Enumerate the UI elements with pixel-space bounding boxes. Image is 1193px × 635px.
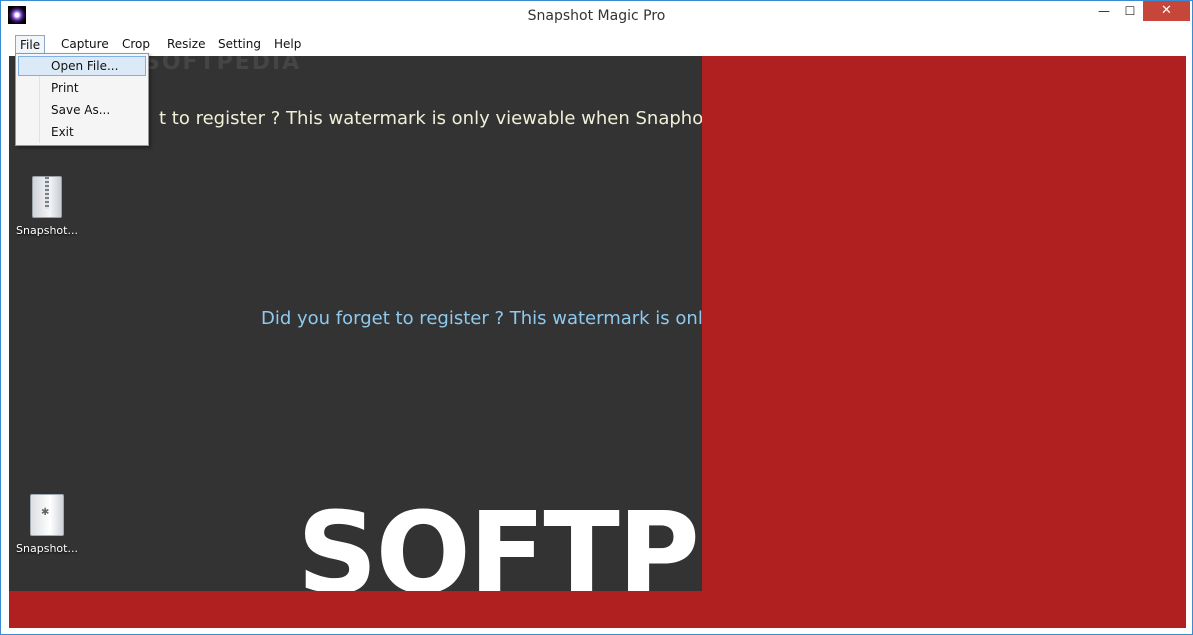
app-window: Snapshot Magic Pro — ☐ ✕ File Capture Cr…: [0, 0, 1193, 635]
close-button[interactable]: ✕: [1143, 1, 1190, 21]
red-background-bottom: [9, 591, 1186, 628]
menu-file[interactable]: File: [15, 35, 46, 55]
ghost-watermark: SOFTPEDIA: [144, 56, 302, 75]
menu-setting[interactable]: Setting: [214, 35, 265, 55]
file-dropdown-menu: Open File... Print Save As... Exit: [15, 53, 149, 146]
menu-resize[interactable]: Resize: [163, 35, 209, 55]
desktop-icon-snapshot-folder[interactable]: Snapshot...: [12, 494, 82, 555]
watermark-text-top: t to register ? This watermark is only v…: [159, 108, 702, 129]
menu-capture[interactable]: Capture: [57, 35, 113, 55]
title-bar[interactable]: Snapshot Magic Pro — ☐ ✕: [1, 1, 1192, 32]
desktop-icon-label: Snapshot...: [16, 224, 78, 237]
menu-item-save-as[interactable]: Save As...: [18, 100, 146, 120]
window-title: Snapshot Magic Pro: [527, 8, 666, 24]
folder-icon: [30, 494, 64, 536]
menu-item-open-file[interactable]: Open File...: [18, 56, 146, 76]
watermark-text-middle: Did you forget to register ? This waterm…: [261, 308, 702, 329]
desktop-icon-snapshot-zip[interactable]: Snapshot...: [12, 176, 82, 237]
zip-folder-icon: [32, 176, 62, 218]
minimize-button[interactable]: —: [1091, 1, 1117, 21]
menu-help[interactable]: Help: [270, 35, 305, 55]
menu-item-print[interactable]: Print: [18, 78, 146, 98]
softpedia-logo-text: SOFTP: [297, 489, 700, 591]
menu-bar: File Capture Crop Resize Setting Help: [9, 32, 1186, 56]
menu-item-exit[interactable]: Exit: [18, 122, 146, 142]
menu-crop[interactable]: Crop: [118, 35, 154, 55]
maximize-button[interactable]: ☐: [1117, 1, 1143, 21]
desktop-icon-label: Snapshot...: [16, 542, 78, 555]
red-background-right: [702, 56, 1186, 591]
